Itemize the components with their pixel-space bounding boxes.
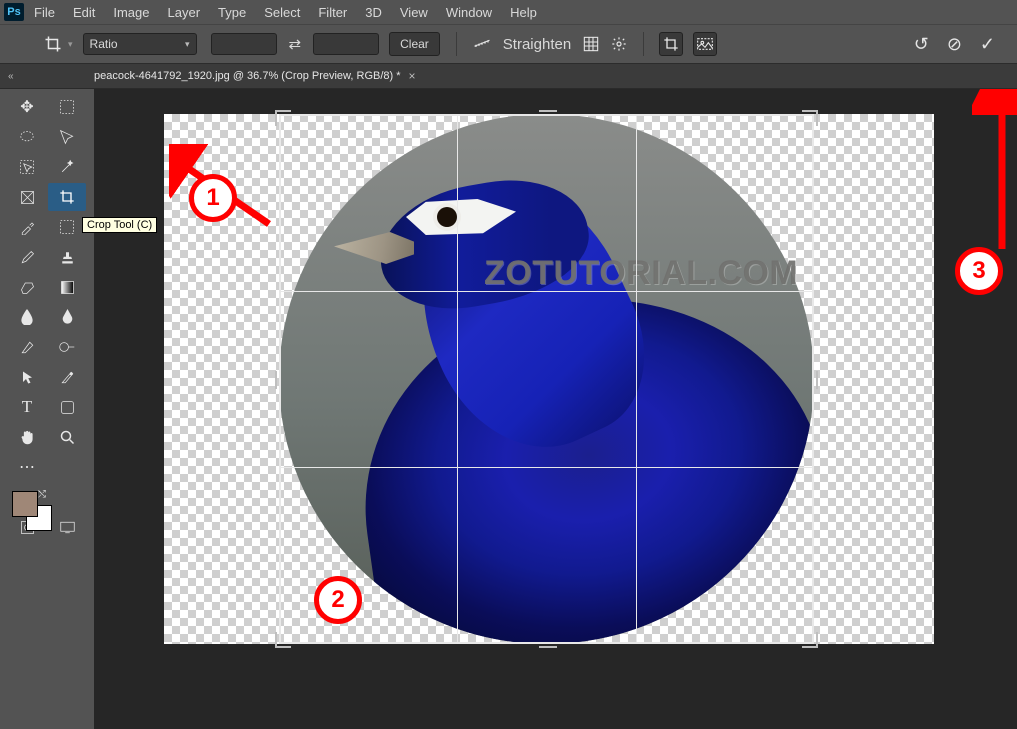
crop-handle[interactable] <box>802 632 818 648</box>
edit-toolbar-icon[interactable]: ⋯ <box>8 453 46 481</box>
crop-rule-icon <box>279 291 814 292</box>
panel-collapse-icon[interactable]: « <box>8 71 14 82</box>
crop-handle[interactable] <box>275 371 291 389</box>
crop-handle[interactable] <box>802 110 818 126</box>
divider <box>643 32 644 56</box>
crop-tool-icon[interactable] <box>48 183 86 211</box>
dodge-tool-icon[interactable] <box>48 333 86 361</box>
menu-window[interactable]: Window <box>446 5 492 20</box>
eraser-tool-icon[interactable] <box>8 273 46 301</box>
crop-handle[interactable] <box>275 110 291 126</box>
color-swatches[interactable]: ⤭ <box>8 489 86 533</box>
toolbar-spacer <box>48 453 86 481</box>
clear-button[interactable]: Clear <box>389 32 440 56</box>
delete-cropped-pixels-icon[interactable] <box>659 32 683 56</box>
brush-tool-icon[interactable] <box>8 243 46 271</box>
ratio-value: Ratio <box>90 37 118 51</box>
smudge-tool-icon[interactable] <box>48 303 86 331</box>
ratio-dropdown[interactable]: Ratio ▾ <box>83 33 197 55</box>
options-bar: document.querySelector('.crop-glyph').te… <box>0 24 1017 64</box>
blur-tool-icon[interactable] <box>8 303 46 331</box>
eyedropper-tool-icon[interactable] <box>8 213 46 241</box>
menu-type[interactable]: Type <box>218 5 246 20</box>
reset-crop-icon[interactable]: ↺ <box>914 34 929 55</box>
menu-file[interactable]: File <box>34 5 55 20</box>
overlay-grid-icon[interactable] <box>583 36 599 52</box>
height-input[interactable] <box>313 33 379 55</box>
chevron-down-icon: ▾ <box>185 39 190 50</box>
crop-rule-icon <box>636 114 637 644</box>
menu-view[interactable]: View <box>400 5 428 20</box>
menu-select[interactable]: Select <box>264 5 300 20</box>
lasso-tool-icon[interactable] <box>8 123 46 151</box>
annotation-arrow-3-icon <box>972 89 1017 259</box>
shape-tool-icon[interactable] <box>48 393 86 421</box>
width-input[interactable] <box>211 33 277 55</box>
crop-region[interactable]: ZOTUTORIAL.COM <box>279 114 814 644</box>
type-tool-icon[interactable]: T <box>8 393 46 421</box>
frame-tool-icon[interactable] <box>8 183 46 211</box>
crop-frame <box>279 114 814 644</box>
document-tab-title: peacock-4641792_1920.jpg @ 36.7% (Crop P… <box>94 70 401 82</box>
pen-tool-icon[interactable] <box>8 333 46 361</box>
magic-wand-tool-icon[interactable] <box>48 153 86 181</box>
annotation-badge-1: 1 <box>189 174 237 222</box>
divider <box>456 32 457 56</box>
hand-tool-icon[interactable] <box>8 423 46 451</box>
object-select-tool-icon[interactable] <box>8 153 46 181</box>
crop-rule-icon <box>457 114 458 644</box>
swap-colors-icon[interactable]: ⤭ <box>38 489 46 500</box>
menu-image[interactable]: Image <box>113 5 149 20</box>
crop-handle[interactable] <box>275 632 291 648</box>
crop-tool-tooltip: Crop Tool (C) <box>82 217 157 233</box>
settings-gear-icon[interactable] <box>611 36 627 52</box>
curvature-pen-tool-icon[interactable] <box>48 363 86 391</box>
path-select-tool-icon[interactable] <box>8 363 46 391</box>
workspace: ✥ T ⋯ ⤭ <box>0 89 1017 729</box>
rect-marquee-tool-icon[interactable] <box>48 93 86 121</box>
slice-tool-icon[interactable] <box>48 213 86 241</box>
menu-layer[interactable]: Layer <box>168 5 201 20</box>
quick-select-tool-icon[interactable] <box>48 123 86 151</box>
content-aware-icon[interactable] <box>693 32 717 56</box>
tools-panel: ✥ T ⋯ ⤭ <box>0 89 94 729</box>
crop-rule-icon <box>279 467 814 468</box>
canvas-area[interactable]: ZOTUTORIAL.COM Crop Tool (C) 1 <box>94 89 1017 729</box>
crop-handle[interactable] <box>539 110 557 126</box>
straighten-label: Straighten <box>503 36 571 53</box>
menu-filter[interactable]: Filter <box>318 5 347 20</box>
document-tab-bar: « peacock-4641792_1920.jpg @ 36.7% (Crop… <box>0 64 1017 89</box>
annotation-badge-2: 2 <box>314 576 362 624</box>
swap-dimensions-icon[interactable]: ⇄ <box>289 35 302 53</box>
document-tab[interactable]: peacock-4641792_1920.jpg @ 36.7% (Crop P… <box>86 65 424 87</box>
gradient-tool-icon[interactable] <box>48 273 86 301</box>
cancel-crop-icon[interactable]: ⊘ <box>947 34 962 55</box>
stamp-tool-icon[interactable] <box>48 243 86 271</box>
close-tab-icon[interactable]: × <box>409 69 416 83</box>
app-logo-icon: Ps <box>4 3 24 21</box>
crop-handle[interactable] <box>802 371 818 389</box>
foreground-color-swatch[interactable] <box>12 491 38 517</box>
crop-handle[interactable] <box>539 632 557 648</box>
commit-crop-icon[interactable]: ✓ <box>980 34 995 55</box>
straighten-icon[interactable] <box>473 37 491 51</box>
menu-bar: Ps File Edit Image Layer Type Select Fil… <box>0 0 1017 24</box>
move-tool-icon[interactable]: ✥ <box>8 93 46 121</box>
menu-edit[interactable]: Edit <box>73 5 95 20</box>
crop-tool-glyph-icon[interactable] <box>44 35 62 53</box>
annotation-badge-3: 3 <box>955 247 1003 295</box>
zoom-tool-icon[interactable] <box>48 423 86 451</box>
menu-help[interactable]: Help <box>510 5 537 20</box>
menu-3d[interactable]: 3D <box>365 5 382 20</box>
